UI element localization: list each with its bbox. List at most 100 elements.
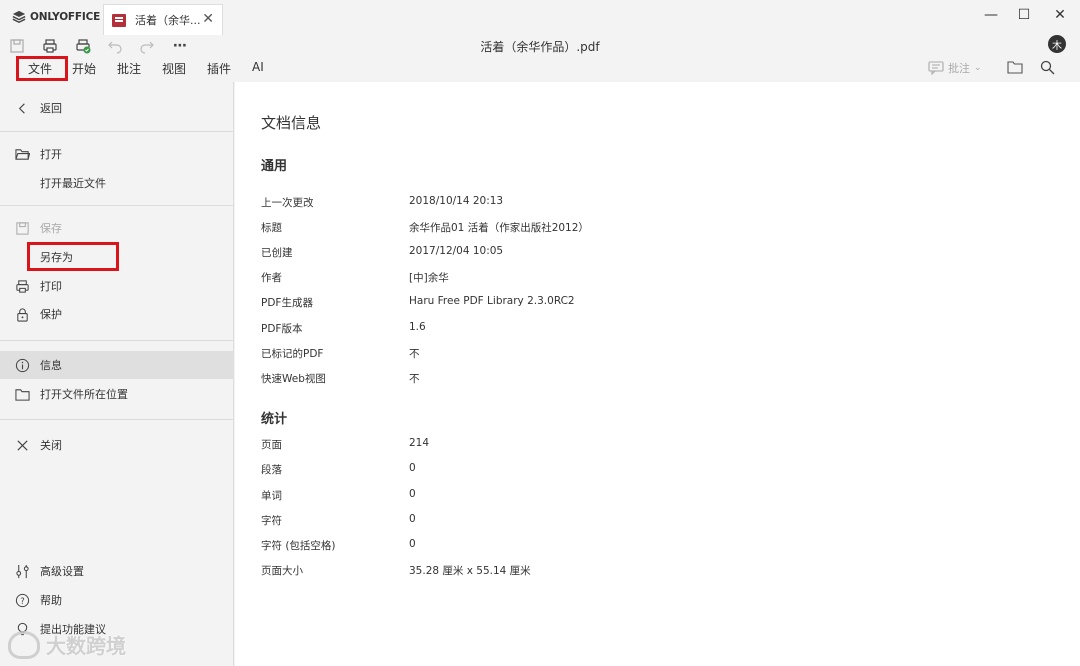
info-value: 不 (409, 373, 420, 385)
chevron-down-icon: ⌄ (974, 63, 982, 73)
info-value: 2018/10/14 20:13 (409, 195, 504, 207)
title-bar: ONLYOFFICE 活着（余华... ✕ — ☐ ✕ (0, 0, 1080, 35)
save-icon (14, 220, 30, 236)
stats-section-title: 统计 (261, 412, 288, 427)
folder-icon (14, 386, 30, 402)
watermark: 大数跨境 (8, 630, 126, 659)
print-button[interactable]: 打印 (0, 272, 234, 300)
comments-label: 批注 (948, 62, 970, 75)
stat-label: 段落 (261, 464, 282, 476)
info-value: 1.6 (409, 321, 426, 333)
protect-label: 保护 (40, 308, 62, 321)
stat-value: 0 (409, 538, 416, 550)
print-label: 打印 (40, 280, 62, 293)
info-value: 余华作品01 活着（作家出版社2012） (409, 222, 589, 234)
open-location-button[interactable]: 打开文件所在位置 (0, 380, 234, 408)
save-as-highlight (27, 242, 119, 271)
search-icon (1040, 60, 1055, 75)
info-value: 2017/12/04 10:05 (409, 245, 504, 257)
info-label: 已标记的PDF (261, 348, 324, 360)
open-label: 打开 (40, 148, 62, 161)
info-label: PDF版本 (261, 323, 303, 335)
open-location-tool[interactable] (1007, 60, 1023, 74)
sliders-icon (14, 563, 30, 579)
stat-value: 214 (409, 437, 430, 449)
info-heading: 文档信息 (261, 114, 322, 132)
maximize-icon[interactable]: ☐ (1014, 7, 1034, 23)
stat-value: 35.28 厘米 x 55.14 厘米 (409, 565, 531, 577)
info-label: 已创建 (261, 247, 293, 259)
tab-view[interactable]: 视图 (162, 60, 186, 77)
onlyoffice-logo-icon (12, 10, 26, 24)
document-tab[interactable]: 活着（余华... ✕ (103, 4, 223, 35)
info-icon (14, 357, 30, 373)
file-tab-highlight (16, 56, 68, 81)
comment-icon (928, 61, 944, 75)
user-avatar[interactable]: 木 (1048, 35, 1066, 53)
file-menu-panel: 返回 打开 打开最近文件 保存 另存为 打印 保护 信息 打开文件所在位置 关闭 (0, 82, 234, 666)
info-label: 信息 (40, 359, 62, 372)
folder-open-icon (14, 146, 30, 162)
divider (0, 419, 233, 420)
stat-label: 页面大小 (261, 565, 303, 577)
info-label: 上一次更改 (261, 197, 314, 209)
open-recent-button[interactable]: 打开最近文件 (0, 169, 234, 197)
search-tool[interactable] (1040, 60, 1055, 75)
info-label: 作者 (261, 272, 282, 284)
help-icon: ? (14, 592, 30, 608)
print-icon (14, 278, 30, 294)
divider (0, 131, 233, 132)
document-info-panel: 文档信息 通用 上一次更改 2018/10/14 20:13 标题 余华作品01… (235, 82, 1080, 666)
tab-close-icon[interactable]: ✕ (202, 11, 214, 27)
tab-plugins[interactable]: 插件 (207, 60, 231, 77)
divider (0, 205, 233, 206)
help-button[interactable]: ? 帮助 (0, 586, 234, 614)
info-value: 不 (409, 348, 420, 360)
back-label: 返回 (40, 102, 62, 115)
tab-comments[interactable]: 批注 (117, 60, 141, 77)
svg-text:?: ? (20, 595, 24, 605)
info-label: 快速Web视图 (261, 373, 326, 385)
advanced-settings-label: 高级设置 (40, 565, 84, 578)
open-recent-label: 打开最近文件 (40, 177, 106, 190)
folder-icon (1007, 61, 1023, 74)
tab-title: 活着（余华... (135, 14, 201, 27)
close-icon (14, 437, 30, 453)
watermark-text: 大数跨境 (46, 634, 126, 658)
menu-bar: 文件 开始 批注 视图 插件 AI (0, 57, 1080, 81)
info-button[interactable]: 信息 (0, 351, 234, 379)
app-logo-text: ONLYOFFICE (30, 11, 101, 23)
stat-label: 单词 (261, 490, 282, 502)
window-close-icon[interactable]: ✕ (1050, 7, 1070, 23)
open-button[interactable]: 打开 (0, 140, 234, 168)
info-value: [中]余华 (409, 272, 449, 284)
save-button[interactable]: 保存 (0, 214, 234, 242)
open-location-label: 打开文件所在位置 (40, 388, 128, 401)
close-button[interactable]: 关闭 (0, 431, 234, 459)
info-value: Haru Free PDF Library 2.3.0RC2 (409, 295, 575, 307)
close-label: 关闭 (40, 439, 62, 452)
watermark-logo-icon (8, 630, 40, 659)
chevron-left-icon (14, 100, 30, 116)
app-logo: ONLYOFFICE (12, 10, 100, 24)
general-section-title: 通用 (261, 159, 288, 174)
stat-label: 字符 (261, 515, 282, 527)
info-label: PDF生成器 (261, 297, 313, 309)
minimize-icon[interactable]: — (981, 7, 1001, 23)
tab-home[interactable]: 开始 (72, 60, 96, 77)
stat-value: 0 (409, 488, 416, 500)
stat-label: 字符 (包括空格) (261, 540, 336, 552)
info-label: 标题 (261, 222, 282, 234)
divider (0, 340, 233, 341)
protect-button[interactable]: 保护 (0, 300, 234, 328)
lock-icon (14, 306, 30, 322)
comments-tool[interactable]: 批注 ⌄ (928, 60, 982, 76)
stat-value: 0 (409, 513, 416, 525)
advanced-settings-button[interactable]: 高级设置 (0, 557, 234, 585)
document-title: 活着（余华作品）.pdf (480, 40, 600, 54)
stat-label: 页面 (261, 439, 282, 451)
back-button[interactable]: 返回 (0, 94, 234, 122)
help-label: 帮助 (40, 594, 62, 607)
pdf-icon (112, 13, 126, 27)
tab-ai[interactable]: AI (252, 60, 264, 74)
